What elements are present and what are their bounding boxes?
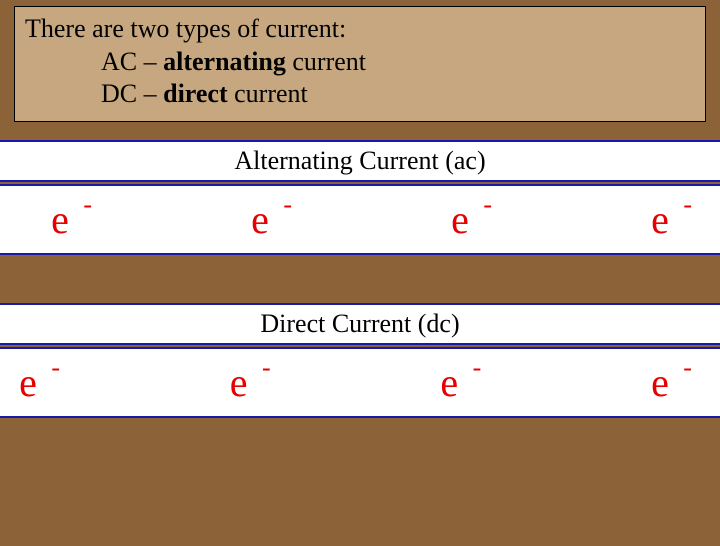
intro-line-1: There are two types of current: xyxy=(25,13,695,46)
dc-section-title: Direct Current (dc) xyxy=(0,303,720,345)
electron-base: e xyxy=(51,197,69,242)
dc-prefix: DC – xyxy=(101,79,163,108)
electron-symbol: e- xyxy=(440,196,480,243)
ac-electron-row: e- e- e- e- xyxy=(0,184,720,255)
ac-prefix: AC – xyxy=(101,47,163,76)
dc-bold-word: direct xyxy=(163,79,228,108)
electron-symbol: e- xyxy=(240,196,280,243)
electron-sup: - xyxy=(683,190,692,220)
electron-base: e xyxy=(251,197,269,242)
intro-panel: There are two types of current: AC – alt… xyxy=(14,6,706,122)
electron-base: e xyxy=(651,197,669,242)
electron-symbol: e- xyxy=(8,359,48,406)
intro-line-ac: AC – alternating current xyxy=(25,46,695,79)
electron-sup: - xyxy=(83,190,92,220)
electron-symbol: e- xyxy=(219,359,259,406)
electron-sup: - xyxy=(683,353,692,383)
electron-base: e xyxy=(440,360,458,405)
electron-symbol: e- xyxy=(640,359,680,406)
electron-sup: - xyxy=(262,353,271,383)
electron-sup: - xyxy=(473,353,482,383)
dc-suffix: current xyxy=(228,79,308,108)
ac-bold-word: alternating xyxy=(163,47,286,76)
electron-base: e xyxy=(651,360,669,405)
electron-symbol: e- xyxy=(640,196,680,243)
electron-base: e xyxy=(19,360,37,405)
electron-sup: - xyxy=(483,190,492,220)
electron-base: e xyxy=(451,197,469,242)
electron-symbol: e- xyxy=(429,359,469,406)
intro-line-dc: DC – direct current xyxy=(25,78,695,111)
electron-base: e xyxy=(230,360,248,405)
ac-suffix: current xyxy=(286,47,366,76)
electron-sup: - xyxy=(51,353,60,383)
electron-symbol: e- xyxy=(40,196,80,243)
electron-sup: - xyxy=(283,190,292,220)
ac-section-title: Alternating Current (ac) xyxy=(0,140,720,182)
dc-electron-row: e- e- e- e- xyxy=(0,347,720,418)
